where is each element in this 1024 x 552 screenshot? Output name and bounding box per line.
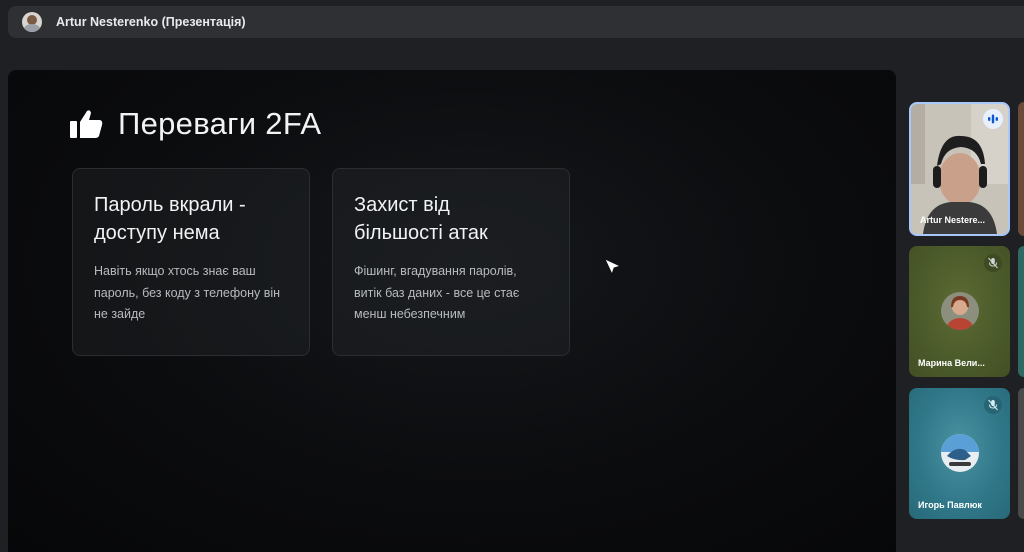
card-description: Навіть якщо хтось знає ваш пароль, без к… bbox=[94, 261, 288, 326]
participant-tile[interactable]: Игорь Павлюк bbox=[909, 388, 1010, 519]
participant-avatar bbox=[941, 434, 979, 472]
audio-level-icon bbox=[983, 109, 1003, 129]
card-title-line: Захист від bbox=[354, 194, 450, 216]
slide-heading: Переваги 2FA bbox=[70, 106, 321, 142]
card-title: Пароль вкрали - доступу нема bbox=[94, 191, 288, 247]
card-text-line: не зайде bbox=[94, 307, 146, 321]
participant-tile-edge[interactable] bbox=[1018, 102, 1024, 236]
thumbs-up-icon bbox=[70, 110, 103, 138]
card-text-line: витік баз даних - все це стає bbox=[354, 285, 520, 300]
card-title-line: більшості атак bbox=[354, 222, 488, 244]
card-title-line: Пароль вкрали - bbox=[94, 194, 246, 216]
participant-tile[interactable]: Марина Вели... bbox=[909, 246, 1010, 377]
benefit-card: Захист від більшості атак Фішинг, вгадув… bbox=[332, 168, 570, 356]
card-text-line: Фішинг, вгадування паролів, bbox=[354, 264, 517, 278]
mic-off-icon bbox=[984, 396, 1002, 414]
participant-tile[interactable]: Artur Nestere... bbox=[909, 102, 1010, 236]
benefit-card: Пароль вкрали - доступу нема Навіть якщо… bbox=[72, 168, 310, 356]
participant-tile-edge[interactable] bbox=[1018, 246, 1024, 377]
mic-off-icon bbox=[984, 254, 1002, 272]
participant-name: Марина Вели... bbox=[918, 358, 985, 368]
person-avatar-icon bbox=[22, 12, 42, 32]
card-description: Фішинг, вгадування паролів, витік баз да… bbox=[354, 261, 548, 326]
slide-title: Переваги 2FA bbox=[118, 106, 322, 141]
participant-tile-edge[interactable] bbox=[1018, 388, 1024, 519]
presentation-header: Artur Nesterenko (Презентація) bbox=[8, 6, 1024, 38]
mouse-pointer-icon bbox=[604, 258, 622, 276]
participant-name: Artur Nestere... bbox=[920, 215, 986, 225]
presentation-stage[interactable]: Переваги 2FA Пароль вкрали - доступу нем… bbox=[8, 70, 896, 552]
card-text-line: менш небезпечним bbox=[354, 307, 466, 321]
presentation-title: Artur Nesterenko (Презентація) bbox=[56, 15, 246, 29]
card-title-line: доступу нема bbox=[94, 222, 220, 244]
participant-avatar bbox=[941, 292, 979, 330]
card-title: Захист від більшості атак bbox=[354, 191, 548, 247]
card-text-line: Навіть якщо хтось знає ваш bbox=[94, 264, 256, 278]
card-text-line: пароль, без коду з телефону він bbox=[94, 285, 281, 300]
participant-name: Игорь Павлюк bbox=[918, 500, 982, 510]
